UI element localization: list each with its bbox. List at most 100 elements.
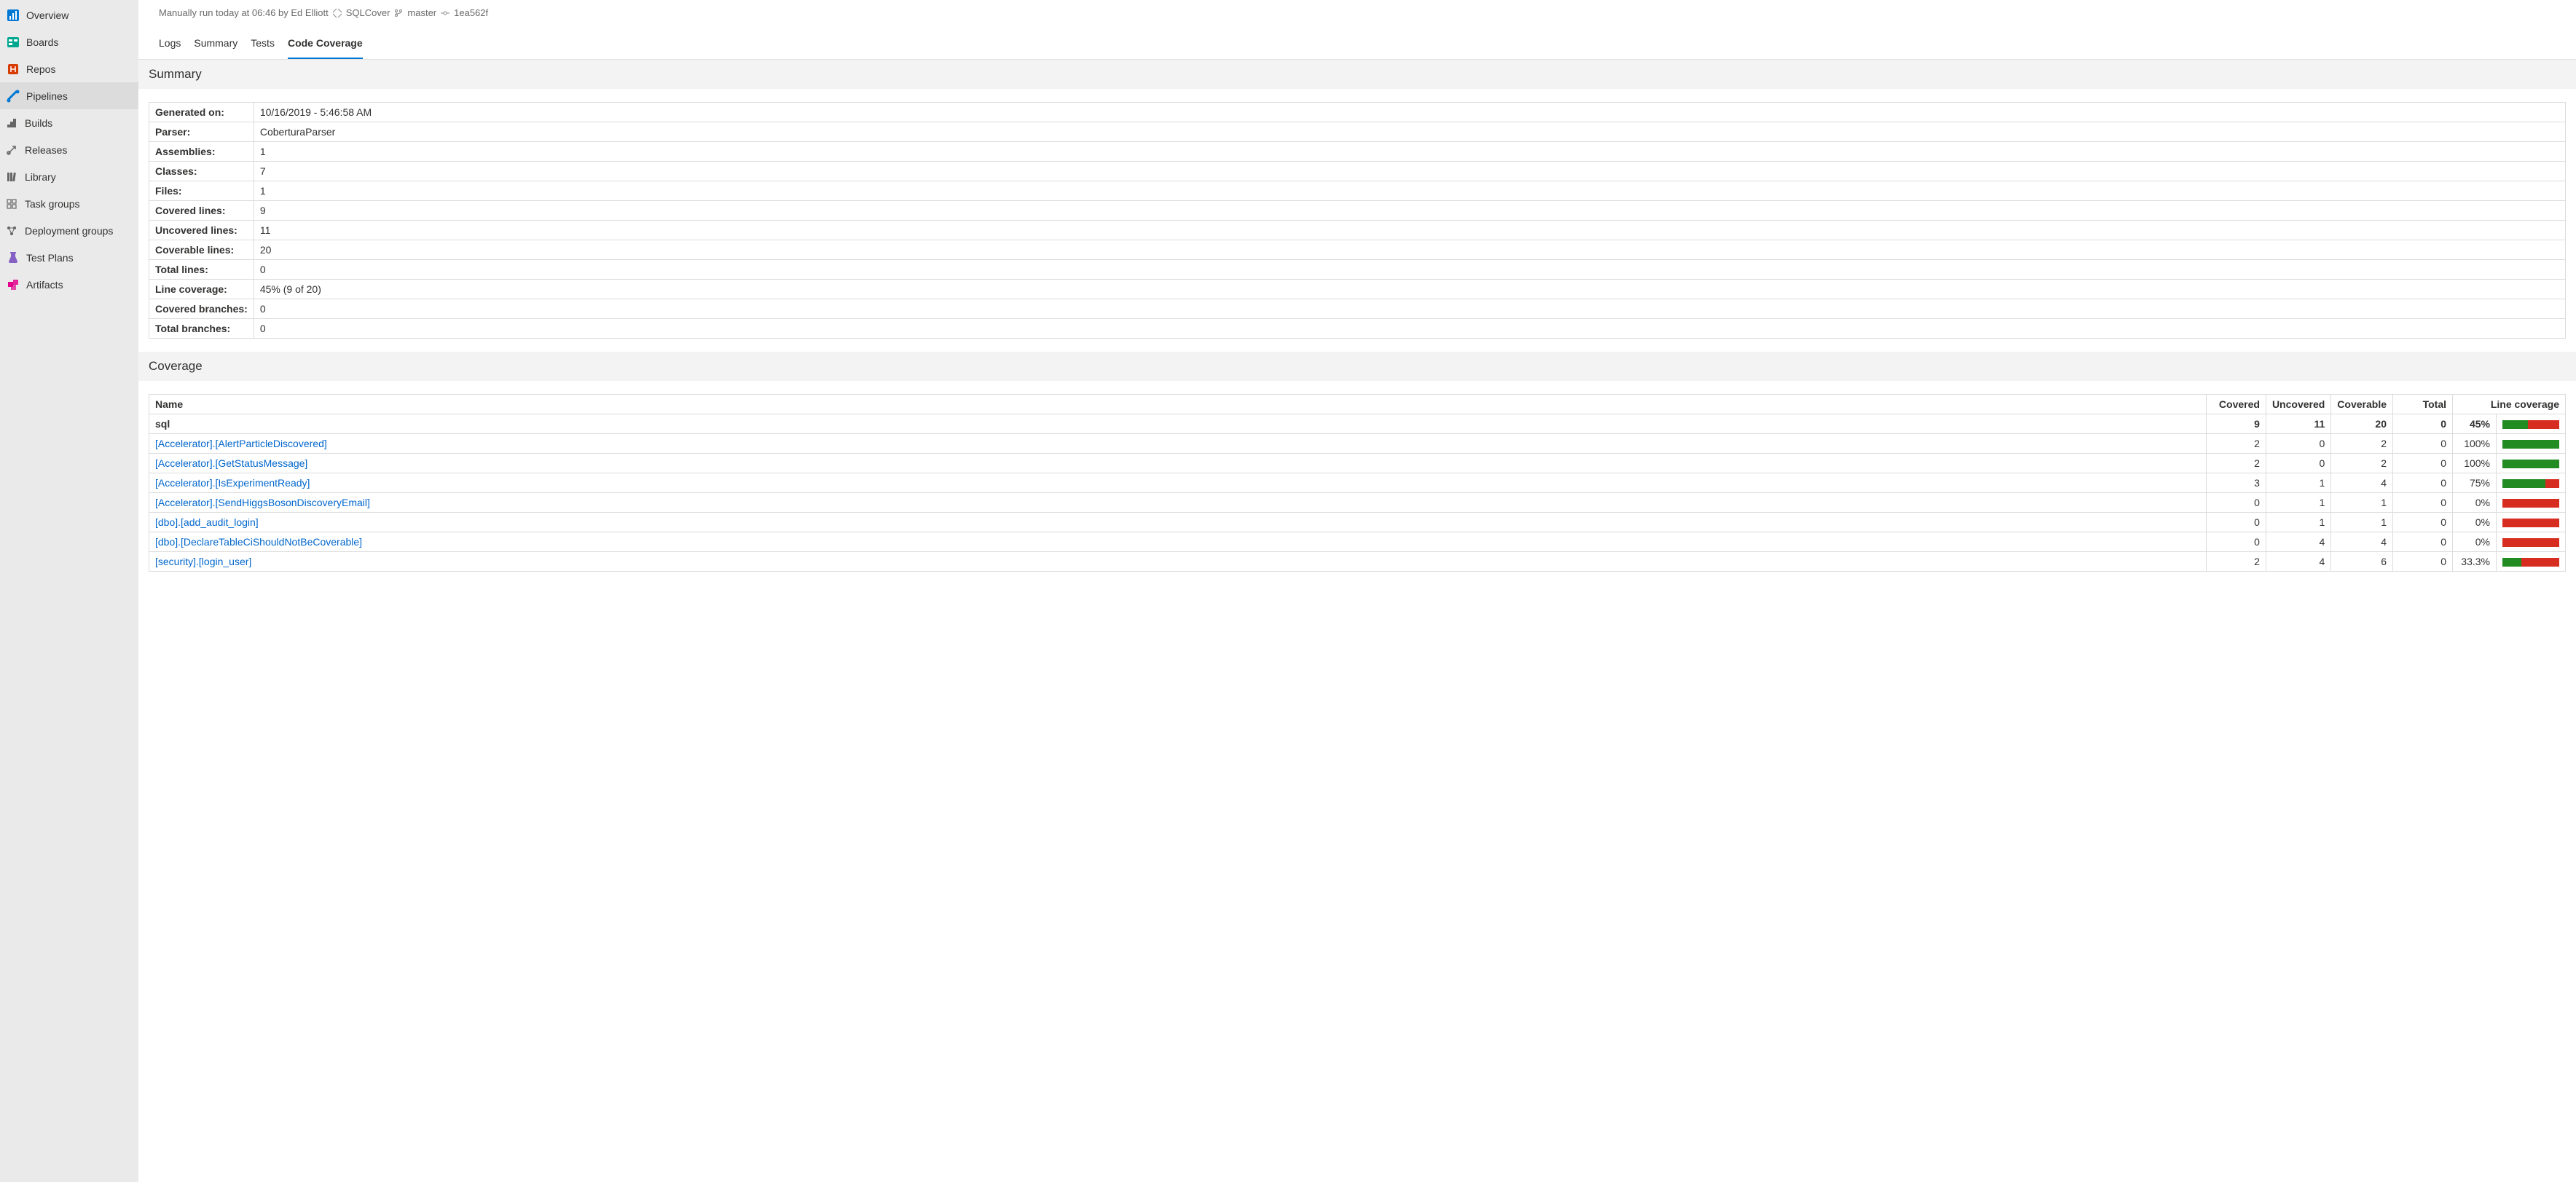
summary-table: Generated on:10/16/2019 - 5:46:58 AMPars… xyxy=(149,102,2566,339)
tab-summary[interactable]: Summary xyxy=(194,37,237,59)
coverage-bar-cell xyxy=(2497,434,2566,454)
nav-deployment-groups[interactable]: Deployment groups xyxy=(0,217,138,244)
col-uncovered[interactable]: Uncovered xyxy=(2266,395,2330,414)
summary-value: 10/16/2019 - 5:46:58 AM xyxy=(254,103,2565,122)
nav-test-plans[interactable]: Test Plans xyxy=(0,244,138,271)
coverage-bar xyxy=(2502,479,2559,488)
commit-icon xyxy=(441,9,449,17)
coverage-covered: 2 xyxy=(2206,454,2266,473)
coverage-name-link[interactable]: [security].[login_user] xyxy=(155,556,251,567)
summary-value: 1 xyxy=(254,142,2565,162)
boards-icon xyxy=(6,35,20,50)
coverage-row: [security].[login_user]246033.3% xyxy=(149,552,2566,572)
summary-value: 0 xyxy=(254,319,2565,339)
coverage-bar-cell xyxy=(2497,532,2566,552)
coverage-name: [security].[login_user] xyxy=(149,552,2207,572)
coverage-bar xyxy=(2502,558,2559,567)
summary-value: 9 xyxy=(254,201,2565,221)
summary-row: Total branches:0 xyxy=(149,319,2566,339)
coverage-coverable: 1 xyxy=(2331,513,2393,532)
summary-row: Coverable lines:20 xyxy=(149,240,2566,260)
summary-row: Assemblies:1 xyxy=(149,142,2566,162)
col-covered[interactable]: Covered xyxy=(2206,395,2266,414)
repo-icon xyxy=(333,9,342,17)
summary-row: Files:1 xyxy=(149,181,2566,201)
summary-value: CoberturaParser xyxy=(254,122,2565,142)
nav-releases[interactable]: Releases xyxy=(0,136,138,163)
summary-content: Generated on:10/16/2019 - 5:46:58 AMPars… xyxy=(138,89,2576,352)
commit-hash[interactable]: 1ea562f xyxy=(454,7,488,18)
coverage-bar-cell xyxy=(2497,454,2566,473)
coverage-coverable: 1 xyxy=(2331,493,2393,513)
summary-section-header: Summary xyxy=(138,60,2576,89)
coverage-name-link[interactable]: [Accelerator].[GetStatusMessage] xyxy=(155,457,307,469)
nav-task-groups[interactable]: Task groups xyxy=(0,190,138,217)
artifacts-icon xyxy=(6,277,20,292)
coverage-uncovered: 1 xyxy=(2266,493,2330,513)
main-panel: Manually run today at 06:46 by Ed Elliot… xyxy=(138,0,2576,1182)
nav-label: Overview xyxy=(26,9,68,21)
summary-row: Total lines:0 xyxy=(149,260,2566,280)
task-groups-icon xyxy=(4,197,19,211)
coverage-uncovered: 1 xyxy=(2266,473,2330,493)
coverage-coverable: 2 xyxy=(2331,434,2393,454)
coverage-name: [dbo].[add_audit_login] xyxy=(149,513,2207,532)
coverage-bar xyxy=(2502,499,2559,508)
col-line-coverage[interactable]: Line coverage xyxy=(2453,395,2566,414)
coverage-table: Name Covered Uncovered Coverable Total L… xyxy=(149,394,2566,572)
summary-key: Line coverage: xyxy=(149,280,254,299)
summary-key: Covered branches: xyxy=(149,299,254,319)
summary-key: Total branches: xyxy=(149,319,254,339)
coverage-coverable: 4 xyxy=(2331,532,2393,552)
result-tabs: Logs Summary Tests Code Coverage xyxy=(138,24,2576,60)
col-name[interactable]: Name xyxy=(149,395,2207,414)
summary-row: Uncovered lines:11 xyxy=(149,221,2566,240)
tab-code-coverage[interactable]: Code Coverage xyxy=(288,37,363,59)
nav-overview[interactable]: Overview xyxy=(0,1,138,28)
nav-label: Task groups xyxy=(25,198,79,210)
run-info-text: Manually run today at 06:46 by Ed Elliot… xyxy=(159,7,329,18)
coverage-bar xyxy=(2502,538,2559,547)
coverage-total: 0 xyxy=(2393,434,2453,454)
coverage-total: 0 xyxy=(2393,414,2453,434)
nav-library[interactable]: Library xyxy=(0,163,138,190)
coverage-name-link[interactable]: [Accelerator].[SendHiggsBosonDiscoveryEm… xyxy=(155,497,370,508)
library-icon xyxy=(4,170,19,184)
coverage-pct: 45% xyxy=(2453,414,2497,434)
nav-pipelines[interactable]: Pipelines xyxy=(0,82,138,109)
coverage-name-link[interactable]: [dbo].[DeclareTableCiShouldNotBeCoverabl… xyxy=(155,536,362,548)
coverage-name: [Accelerator].[IsExperimentReady] xyxy=(149,473,2207,493)
summary-value: 7 xyxy=(254,162,2565,181)
coverage-name-link[interactable]: [Accelerator].[IsExperimentReady] xyxy=(155,477,310,489)
coverage-name-link[interactable]: [Accelerator].[AlertParticleDiscovered] xyxy=(155,438,327,449)
coverage-bar-cell xyxy=(2497,513,2566,532)
coverage-total: 0 xyxy=(2393,552,2453,572)
nav-label: Deployment groups xyxy=(25,225,113,237)
branch-icon xyxy=(394,9,403,17)
nav-label: Boards xyxy=(26,36,58,48)
col-total[interactable]: Total xyxy=(2393,395,2453,414)
coverage-coverable: 2 xyxy=(2331,454,2393,473)
repo-name[interactable]: SQLCover xyxy=(346,7,390,18)
coverage-bar xyxy=(2502,519,2559,527)
summary-value: 0 xyxy=(254,299,2565,319)
coverage-bar xyxy=(2502,440,2559,449)
nav-boards[interactable]: Boards xyxy=(0,28,138,55)
nav-label: Pipelines xyxy=(26,90,68,102)
col-coverable[interactable]: Coverable xyxy=(2331,395,2393,414)
releases-icon xyxy=(4,143,19,157)
coverage-covered: 9 xyxy=(2206,414,2266,434)
coverage-bar-cell xyxy=(2497,473,2566,493)
nav-builds[interactable]: Builds xyxy=(0,109,138,136)
tab-tests[interactable]: Tests xyxy=(251,37,275,59)
branch-name[interactable]: master xyxy=(407,7,436,18)
tab-logs[interactable]: Logs xyxy=(159,37,181,59)
nav-artifacts[interactable]: Artifacts xyxy=(0,271,138,298)
summary-value: 11 xyxy=(254,221,2565,240)
coverage-coverable: 4 xyxy=(2331,473,2393,493)
nav-label: Releases xyxy=(25,144,67,156)
coverage-name-link[interactable]: [dbo].[add_audit_login] xyxy=(155,516,259,528)
summary-key: Assemblies: xyxy=(149,142,254,162)
nav-repos[interactable]: Repos xyxy=(0,55,138,82)
summary-key: Parser: xyxy=(149,122,254,142)
